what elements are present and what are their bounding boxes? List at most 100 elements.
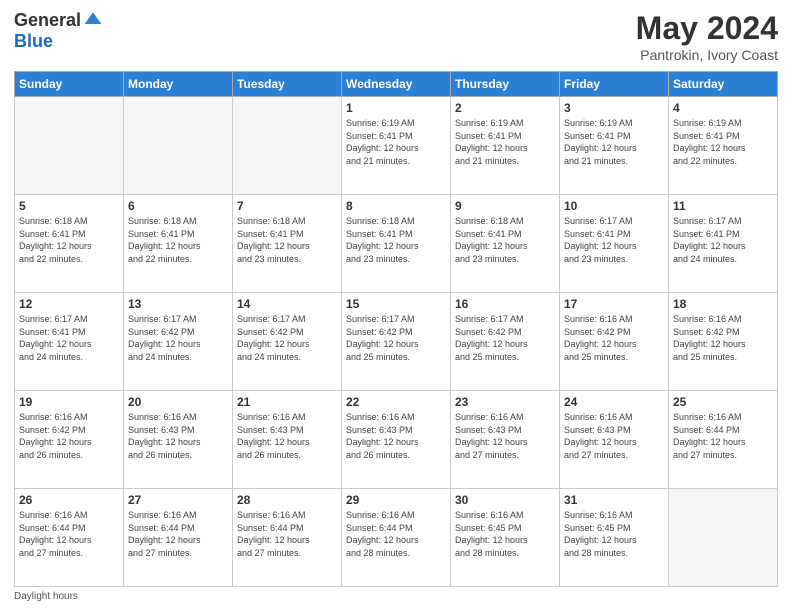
calendar-week-1: 5 Sunrise: 6:18 AM Sunset: 6:41 PM Daylig… [15, 195, 778, 293]
day-number: 17 [564, 297, 664, 311]
calendar-day-17: 17 Sunrise: 6:16 AM Sunset: 6:42 PM Dayli… [560, 293, 669, 391]
day-info: Sunrise: 6:16 AM Sunset: 6:43 PM Dayligh… [455, 411, 555, 461]
day-info: Sunrise: 6:16 AM Sunset: 6:42 PM Dayligh… [19, 411, 119, 461]
day-info: Sunrise: 6:16 AM Sunset: 6:44 PM Dayligh… [128, 509, 228, 559]
day-number: 29 [346, 493, 446, 507]
calendar-day-15: 15 Sunrise: 6:17 AM Sunset: 6:42 PM Dayli… [342, 293, 451, 391]
calendar-day-12: 12Sunrise: 6:17 AM Sunset: 6:41 PM Dayli… [15, 293, 124, 391]
day-number: 10 [564, 199, 664, 213]
day-info: Sunrise: 6:19 AM Sunset: 6:41 PM Dayligh… [455, 117, 555, 167]
calendar-day-9: 9Sunrise: 6:18 AM Sunset: 6:41 PM Daylig… [451, 195, 560, 293]
day-info: Sunrise: 6:17 AM Sunset: 6:41 PM Dayligh… [19, 313, 119, 363]
calendar-day-31: 31 Sunrise: 6:16 AM Sunset: 6:45 PM Dayli… [560, 489, 669, 587]
calendar-header-monday: Monday [124, 72, 233, 97]
calendar-day-10: 10 Sunrise: 6:17 AM Sunset: 6:41 PM Dayli… [560, 195, 669, 293]
day-info: Sunrise: 6:17 AM Sunset: 6:42 PM Dayligh… [455, 313, 555, 363]
day-info: Sunrise: 6:16 AM Sunset: 6:45 PM Dayligh… [564, 509, 664, 559]
page: General Blue May 2024 Pantrokin, Ivory C… [0, 0, 792, 612]
calendar-day-5: 5 Sunrise: 6:18 AM Sunset: 6:41 PM Daylig… [15, 195, 124, 293]
calendar-day-24: 24Sunrise: 6:16 AM Sunset: 6:43 PM Dayli… [560, 391, 669, 489]
day-number: 21 [237, 395, 337, 409]
header: General Blue May 2024 Pantrokin, Ivory C… [14, 10, 778, 63]
day-info: Sunrise: 6:17 AM Sunset: 6:42 PM Dayligh… [346, 313, 446, 363]
day-info: Sunrise: 6:17 AM Sunset: 6:42 PM Dayligh… [237, 313, 337, 363]
day-info: Sunrise: 6:17 AM Sunset: 6:42 PM Dayligh… [128, 313, 228, 363]
calendar-day-11: 11Sunrise: 6:17 AM Sunset: 6:41 PM Dayli… [669, 195, 778, 293]
day-info: Sunrise: 6:19 AM Sunset: 6:41 PM Dayligh… [673, 117, 773, 167]
calendar-day-7: 7Sunrise: 6:18 AM Sunset: 6:41 PM Daylig… [233, 195, 342, 293]
day-number: 16 [455, 297, 555, 311]
day-number: 19 [19, 395, 119, 409]
calendar-day-21: 21 Sunrise: 6:16 AM Sunset: 6:43 PM Dayli… [233, 391, 342, 489]
day-number: 6 [128, 199, 228, 213]
calendar-day-2: 2 Sunrise: 6:19 AM Sunset: 6:41 PM Daylig… [451, 97, 560, 195]
calendar-day-27: 27 Sunrise: 6:16 AM Sunset: 6:44 PM Dayli… [124, 489, 233, 587]
day-info: Sunrise: 6:16 AM Sunset: 6:45 PM Dayligh… [455, 509, 555, 559]
day-number: 25 [673, 395, 773, 409]
calendar-day-26: 26Sunrise: 6:16 AM Sunset: 6:44 PM Dayli… [15, 489, 124, 587]
day-number: 31 [564, 493, 664, 507]
calendar-day-6: 6Sunrise: 6:18 AM Sunset: 6:41 PM Daylig… [124, 195, 233, 293]
calendar-day-23: 23 Sunrise: 6:16 AM Sunset: 6:43 PM Dayli… [451, 391, 560, 489]
calendar-day-29: 29Sunrise: 6:16 AM Sunset: 6:44 PM Dayli… [342, 489, 451, 587]
calendar-header-sunday: Sunday [15, 72, 124, 97]
day-number: 3 [564, 101, 664, 115]
location: Pantrokin, Ivory Coast [636, 47, 778, 63]
day-number: 5 [19, 199, 119, 213]
day-number: 23 [455, 395, 555, 409]
calendar-header-tuesday: Tuesday [233, 72, 342, 97]
logo: General Blue [14, 10, 103, 52]
calendar-day-22: 22Sunrise: 6:16 AM Sunset: 6:43 PM Dayli… [342, 391, 451, 489]
day-number: 24 [564, 395, 664, 409]
day-number: 1 [346, 101, 446, 115]
calendar-week-0: 1 Sunrise: 6:19 AM Sunset: 6:41 PM Daylig… [15, 97, 778, 195]
calendar-header-friday: Friday [560, 72, 669, 97]
day-info: Sunrise: 6:16 AM Sunset: 6:43 PM Dayligh… [237, 411, 337, 461]
day-info: Sunrise: 6:16 AM Sunset: 6:42 PM Dayligh… [673, 313, 773, 363]
calendar-empty [669, 489, 778, 587]
calendar-week-4: 26 Sunrise: 6:16 AM Sunset: 6:44 PM Dayli… [15, 489, 778, 587]
day-info: Sunrise: 6:16 AM Sunset: 6:42 PM Dayligh… [564, 313, 664, 363]
title-section: May 2024 Pantrokin, Ivory Coast [636, 10, 778, 63]
day-number: 4 [673, 101, 773, 115]
calendar-header-wednesday: Wednesday [342, 72, 451, 97]
calendar-day-8: 8 Sunrise: 6:18 AM Sunset: 6:41 PM Daylig… [342, 195, 451, 293]
day-number: 8 [346, 199, 446, 213]
day-number: 30 [455, 493, 555, 507]
calendar-empty [233, 97, 342, 195]
logo-icon [83, 9, 103, 29]
calendar-header-row: SundayMondayTuesdayWednesdayThursdayFrid… [15, 72, 778, 97]
calendar-day-18: 18Sunrise: 6:16 AM Sunset: 6:42 PM Dayli… [669, 293, 778, 391]
month-year: May 2024 [636, 10, 778, 47]
day-info: Sunrise: 6:18 AM Sunset: 6:41 PM Dayligh… [346, 215, 446, 265]
calendar-empty [124, 97, 233, 195]
day-info: Sunrise: 6:16 AM Sunset: 6:44 PM Dayligh… [673, 411, 773, 461]
day-info: Sunrise: 6:16 AM Sunset: 6:43 PM Dayligh… [128, 411, 228, 461]
calendar-day-16: 16 Sunrise: 6:17 AM Sunset: 6:42 PM Dayli… [451, 293, 560, 391]
day-number: 2 [455, 101, 555, 115]
calendar-day-4: 4 Sunrise: 6:19 AM Sunset: 6:41 PM Daylig… [669, 97, 778, 195]
day-number: 15 [346, 297, 446, 311]
day-number: 7 [237, 199, 337, 213]
calendar-header-saturday: Saturday [669, 72, 778, 97]
day-info: Sunrise: 6:18 AM Sunset: 6:41 PM Dayligh… [19, 215, 119, 265]
day-number: 11 [673, 199, 773, 213]
footer-note: Daylight hours [14, 591, 778, 602]
calendar-week-3: 19 Sunrise: 6:16 AM Sunset: 6:42 PM Dayli… [15, 391, 778, 489]
calendar-day-19: 19 Sunrise: 6:16 AM Sunset: 6:42 PM Dayli… [15, 391, 124, 489]
logo-blue-text: Blue [14, 31, 53, 52]
calendar-day-25: 25 Sunrise: 6:16 AM Sunset: 6:44 PM Dayli… [669, 391, 778, 489]
day-number: 20 [128, 395, 228, 409]
calendar-day-14: 14Sunrise: 6:17 AM Sunset: 6:42 PM Dayli… [233, 293, 342, 391]
day-number: 27 [128, 493, 228, 507]
day-info: Sunrise: 6:19 AM Sunset: 6:41 PM Dayligh… [346, 117, 446, 167]
day-number: 26 [19, 493, 119, 507]
calendar-header-thursday: Thursday [451, 72, 560, 97]
calendar-day-30: 30 Sunrise: 6:16 AM Sunset: 6:45 PM Dayli… [451, 489, 560, 587]
day-info: Sunrise: 6:17 AM Sunset: 6:41 PM Dayligh… [564, 215, 664, 265]
calendar-table: SundayMondayTuesdayWednesdayThursdayFrid… [14, 71, 778, 587]
calendar-week-2: 12Sunrise: 6:17 AM Sunset: 6:41 PM Dayli… [15, 293, 778, 391]
day-number: 28 [237, 493, 337, 507]
day-info: Sunrise: 6:19 AM Sunset: 6:41 PM Dayligh… [564, 117, 664, 167]
calendar-day-28: 28Sunrise: 6:16 AM Sunset: 6:44 PM Dayli… [233, 489, 342, 587]
